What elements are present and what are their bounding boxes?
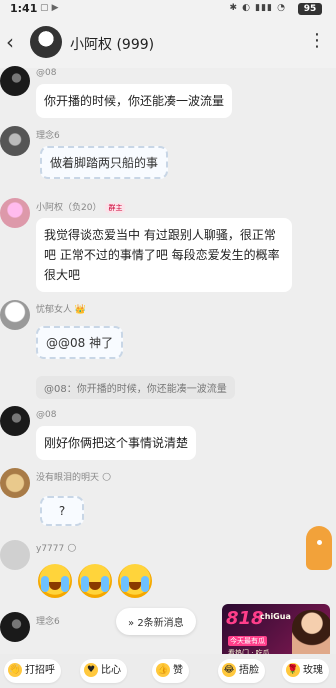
- ad-brand: chiGua: [260, 612, 291, 621]
- new-messages-label: 2条新消息: [137, 618, 184, 629]
- chat-title[interactable]: 小阿权 (999): [70, 34, 154, 54]
- chat-header: ‹ 小阿权 (999) ⋮: [0, 18, 336, 68]
- avatar[interactable]: [0, 406, 30, 436]
- thumbs-up-icon: 👍: [156, 663, 170, 677]
- avatar[interactable]: [0, 198, 30, 228]
- quick-reply-heart[interactable]: ♥ 比心: [80, 659, 127, 683]
- sticker-message[interactable]: 做着脚踏两只船的事: [40, 146, 169, 179]
- sender-name: 忧郁女人: [36, 305, 73, 315]
- sender-name-row[interactable]: 忧郁女人 👑: [36, 302, 86, 315]
- facepalm-icon: 😂: [222, 663, 236, 677]
- quick-reply-label: 比心: [101, 665, 121, 676]
- crying-laughing-emoji-icon[interactable]: [38, 564, 72, 598]
- quick-reply-rose[interactable]: 🌹 玫瑰: [282, 659, 329, 683]
- sender-name[interactable]: @08: [36, 410, 56, 420]
- status-time: 1:41: [10, 2, 38, 15]
- message-bubble[interactable]: 我觉得谈恋爱当中 有过跟别人聊骚，很正常吧 正常不过的事情了吧 每段恋爱发生的概…: [36, 218, 292, 292]
- status-bar: 1:41 ▢ ▶ ✱ ◐ ▮▮▮ ◔ 95: [0, 0, 336, 18]
- moon-badge-icon: 🌕: [101, 473, 112, 483]
- quick-reply-bar: 👋 打招呼 ♥ 比心 👍 赞 😂 捂脸 🌹 玫瑰: [0, 654, 336, 688]
- sticker-message[interactable]: ?: [40, 496, 84, 526]
- avatar[interactable]: [0, 300, 30, 330]
- quick-reply-label: 玫瑰: [303, 665, 323, 676]
- crying-laughing-emoji-icon[interactable]: [78, 564, 112, 598]
- battery-icon: 95: [298, 3, 322, 15]
- sender-name-row[interactable]: 小阿权（负20） 群主: [36, 200, 126, 213]
- avatar[interactable]: [0, 540, 30, 570]
- heart-hands-icon: ♥: [84, 663, 98, 677]
- sender-name-row[interactable]: 没有眼泪的明天 🌕: [36, 470, 111, 483]
- wave-icon: 👋: [8, 663, 22, 677]
- quick-reply-facepalm[interactable]: 😂 捂脸: [218, 659, 265, 683]
- avatar[interactable]: [0, 612, 30, 642]
- rose-icon: 🌹: [286, 663, 300, 677]
- quick-reply-label: 打招呼: [25, 665, 55, 676]
- owner-badge: 群主: [105, 203, 126, 213]
- quick-reply-like[interactable]: 👍 赞: [152, 659, 189, 683]
- sender-name: 没有眼泪的明天: [36, 473, 100, 483]
- floating-door-button[interactable]: [306, 526, 332, 570]
- sender-name: 小阿权（负20）: [36, 203, 102, 213]
- crying-laughing-emoji-icon[interactable]: [118, 564, 152, 598]
- crown-badge-icon: 👑: [74, 305, 87, 315]
- message-bubble[interactable]: 你开播的时候，你还能凑一波流量: [36, 84, 233, 118]
- quick-reply-label: 赞: [173, 665, 183, 676]
- more-options-icon[interactable]: ⋮: [308, 30, 326, 51]
- new-messages-button[interactable]: » 2条新消息: [116, 608, 196, 635]
- ad-headline: 818: [226, 608, 264, 629]
- avatar[interactable]: [0, 66, 30, 96]
- status-notification-icons: ▢ ▶: [40, 3, 59, 13]
- sticker-message[interactable]: @@08 神了: [36, 326, 124, 359]
- back-arrow-icon[interactable]: ‹: [6, 30, 14, 54]
- quick-reply-wave[interactable]: 👋 打招呼: [4, 659, 61, 683]
- sender-name[interactable]: @08: [36, 68, 56, 78]
- quoted-message[interactable]: @08：你开播的时候，你还能凑一波流量: [36, 376, 235, 399]
- moon-badge-icon: 🌕: [67, 544, 77, 554]
- sender-name[interactable]: 理念6: [36, 614, 60, 627]
- sender-name[interactable]: 理念6: [36, 128, 60, 141]
- double-chevron-down-icon: »: [128, 618, 135, 629]
- message-bubble[interactable]: 刚好你俩把这个事情说清楚: [36, 426, 197, 460]
- ad-tag: 今天最有瓜: [228, 636, 267, 646]
- group-avatar[interactable]: [30, 26, 62, 58]
- status-system-icons: ✱ ◐ ▮▮▮ ◔: [229, 3, 286, 13]
- avatar[interactable]: [0, 126, 30, 156]
- avatar[interactable]: [0, 468, 30, 498]
- sender-name: y7777: [36, 544, 65, 554]
- sender-name-row[interactable]: y7777 🌕: [36, 544, 77, 554]
- quick-reply-label: 捂脸: [239, 665, 259, 676]
